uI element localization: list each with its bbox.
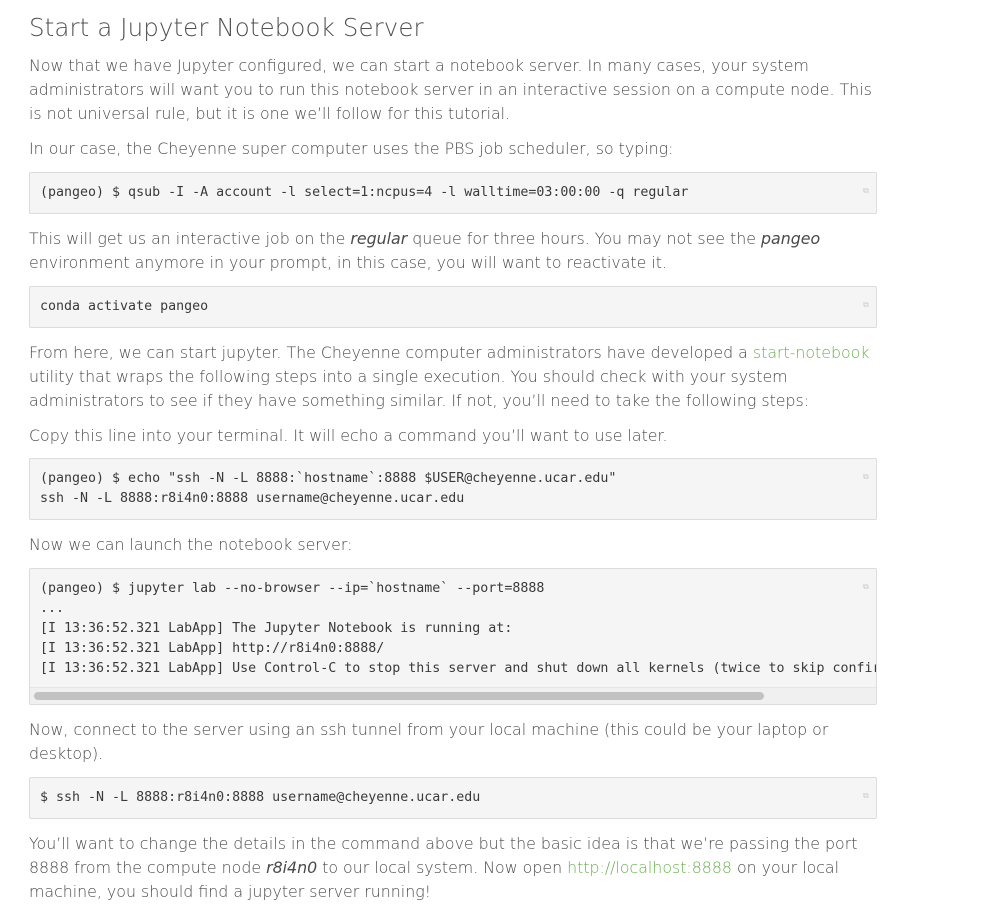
code-text[interactable]: (pangeo) $ jupyter lab --no-browser --ip… xyxy=(40,579,876,687)
final-paragraph: You’ll want to change the details in the… xyxy=(29,832,877,904)
emphasis-regular: regular xyxy=(350,229,408,248)
emphasis-node: r8i4n0 xyxy=(266,858,318,877)
intro-paragraph: Now that we have Jupyter configured, we … xyxy=(29,56,872,123)
interactive-job-paragraph: This will get us an interactive job on t… xyxy=(29,227,877,275)
code-block-launch[interactable]: (pangeo) $ jupyter lab --no-browser --ip… xyxy=(29,568,877,705)
horizontal-scrollbar[interactable] xyxy=(30,687,876,704)
code-text[interactable]: (pangeo) $ echo "ssh -N -L 8888:`hostnam… xyxy=(40,469,852,509)
connect-paragraph: Now, connect to the server using an ssh … xyxy=(29,720,829,763)
code-text[interactable]: $ ssh -N -L 8888:r8i4n0:8888 username@ch… xyxy=(40,788,852,808)
code-block-qsub[interactable]: (pangeo) $ qsub -I -A account -l select=… xyxy=(29,172,877,214)
scrollbar-thumb[interactable] xyxy=(34,692,764,700)
cheyenne-paragraph: In our case, the Cheyenne super computer… xyxy=(29,139,674,158)
code-text[interactable]: (pangeo) $ qsub -I -A account -l select=… xyxy=(40,183,852,203)
copy-icon[interactable]: ⧉ xyxy=(863,792,869,800)
copy-icon[interactable]: ⧉ xyxy=(863,301,869,309)
code-block-activate[interactable]: conda activate pangeo ⧉ xyxy=(29,286,877,328)
code-block-ssh[interactable]: $ ssh -N -L 8888:r8i4n0:8888 username@ch… xyxy=(29,777,877,819)
article-content: Start a Jupyter Notebook Server Now that… xyxy=(29,0,877,915)
copy-icon[interactable]: ⧉ xyxy=(863,473,869,481)
code-block-echo[interactable]: (pangeo) $ echo "ssh -N -L 8888:`hostnam… xyxy=(29,458,877,520)
copy-icon[interactable]: ⧉ xyxy=(863,187,869,195)
copy-icon[interactable]: ⧉ xyxy=(863,583,869,591)
text: environment anymore in your prompt, in t… xyxy=(29,253,667,272)
launch-paragraph: Now we can launch the notebook server: xyxy=(29,535,353,554)
section-heading: Start a Jupyter Notebook Server xyxy=(29,13,424,42)
text: utility that wraps the following steps i… xyxy=(29,367,810,410)
localhost-link[interactable]: http://localhost:8888 xyxy=(567,858,732,877)
text: to our local system. Now open xyxy=(317,858,568,877)
code-text[interactable]: conda activate pangeo xyxy=(40,297,852,317)
text: From here, we can start jupyter. The Che… xyxy=(29,343,753,362)
start-notebook-link[interactable]: start-notebook xyxy=(753,343,870,362)
text: This will get us an interactive job on t… xyxy=(29,229,351,248)
copy-line-paragraph: Copy this line into your terminal. It wi… xyxy=(29,426,668,445)
emphasis-pangeo: pangeo xyxy=(761,229,821,248)
start-jupyter-paragraph: From here, we can start jupyter. The Che… xyxy=(29,341,877,413)
text: queue for three hours. You may not see t… xyxy=(407,229,761,248)
